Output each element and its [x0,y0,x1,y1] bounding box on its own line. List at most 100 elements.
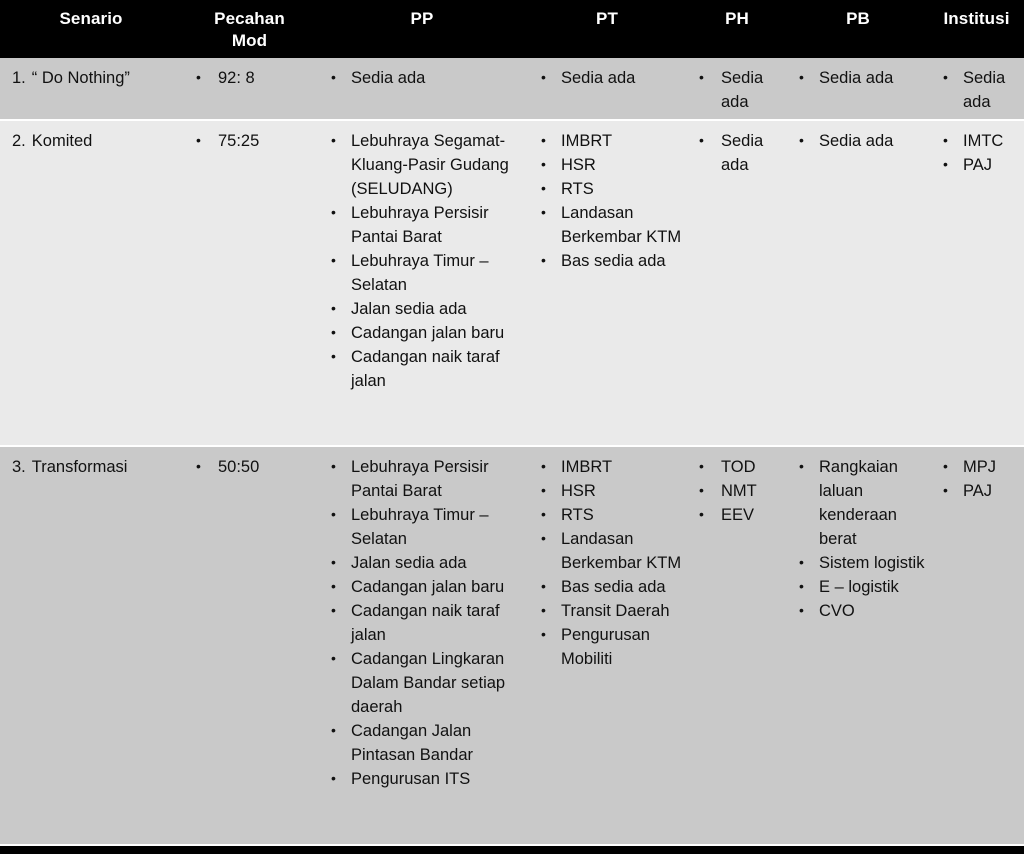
column-header-pb: PB [787,6,929,58]
list-item: HSR [529,478,685,503]
cell-pb: Rangkaian laluan kenderaan beratSistem l… [787,447,929,844]
list-item: IMBRT [529,454,685,479]
list-item: NMT [689,478,785,503]
cell-institusi: Sedia ada [929,58,1024,119]
table-row: 3. Transformasi 50:50Lebuhraya Persisir Pa… [0,447,1024,846]
bullet-list-pt: IMBRTHSRRTSLandasan Berkembar KTMBas sed… [529,454,685,671]
cell-ph: Sedia ada [687,121,787,445]
bullet-list-ph: Sedia ada [689,128,785,177]
bullet-list-pt: IMBRTHSRRTSLandasan Berkembar KTMBas sed… [529,128,685,273]
column-header-pt-label: PT [596,9,618,28]
column-header-senario-label: Senario [59,9,123,28]
list-item: Landasan Berkembar KTM [529,200,685,249]
table-body: 1.“ Do Nothing”92: 8Sedia adaSedia adaSe… [0,58,1024,846]
column-header-pp: PP [317,6,527,58]
list-item: Sedia ada [319,65,525,90]
list-item: Jalan sedia ada [319,296,525,321]
column-header-institusi-label: Institusi [943,9,1010,28]
bullet-list-institusi: MPJPAJ [931,454,1022,503]
cell-pp: Lebuhraya Segamat-Kluang-Pasir Gudang (S… [317,121,527,445]
list-item: RTS [529,502,685,527]
list-item: Cadangan naik taraf jalan [319,344,525,393]
bullet-list-pt: Sedia ada [529,65,685,90]
list-item: Sedia ada [689,65,785,114]
scenario-comparison-table: Senario Pecahan Mod PP PT PH PB Institus… [0,0,1024,854]
column-header-pecahan-mod: Pecahan Mod [182,6,317,58]
table-row: 2. Komited 75:25Lebuhraya Segamat-Kluang-P… [0,121,1024,447]
list-item: Jalan sedia ada [319,550,525,575]
list-item: Lebuhraya Persisir Pantai Barat [319,454,525,503]
list-item: Pengurusan Mobiliti [529,622,685,671]
row-number: 2. [12,132,26,150]
bullet-list-institusi: IMTCPAJ [931,128,1022,177]
cell-senario: 2. Komited [0,121,182,445]
bullet-list-ph: Sedia ada [689,65,785,114]
cell-pt: Sedia ada [527,58,687,119]
list-item: Bas sedia ada [529,248,685,273]
list-item: Lebuhraya Segamat-Kluang-Pasir Gudang (S… [319,128,525,201]
column-header-institusi: Institusi [929,6,1024,58]
cell-pp: Lebuhraya Persisir Pantai BaratLebuhraya… [317,447,527,844]
list-item: Cadangan Jalan Pintasan Bandar [319,718,525,767]
list-item: E – logistik [789,574,927,599]
bullet-list-ph: TODNMTEEV [689,454,785,527]
list-item: 75:25 [184,128,315,153]
list-item: Sedia ada [529,65,685,90]
column-header-ph: PH [687,6,787,58]
cell-pt: IMBRTHSRRTSLandasan Berkembar KTMBas sed… [527,121,687,445]
list-item: Sedia ada [931,65,1022,114]
bullet-list-pp: Lebuhraya Persisir Pantai BaratLebuhraya… [319,454,525,791]
bullet-list-pb: Sedia ada [789,65,927,90]
list-item: MPJ [931,454,1022,479]
list-item: Cadangan naik taraf jalan [319,598,525,647]
list-item: PAJ [931,478,1022,503]
bullet-list-pb: Rangkaian laluan kenderaan beratSistem l… [789,454,927,623]
senario-label: “ Do Nothing” [31,69,130,87]
list-item: 50:50 [184,454,315,479]
list-item: Landasan Berkembar KTM [529,526,685,575]
list-item: Lebuhraya Timur – Selatan [319,502,525,551]
list-item: Bas sedia ada [529,574,685,599]
column-header-pecahan-line1: Pecahan [214,9,285,28]
cell-ph: Sedia ada [687,58,787,119]
list-item: Rangkaian laluan kenderaan berat [789,454,927,551]
cell-pb: Sedia ada [787,121,929,445]
bullet-list-institusi: Sedia ada [931,65,1022,114]
column-header-pecahan-line2: Mod [231,31,268,50]
table-header-row: Senario Pecahan Mod PP PT PH PB Institus… [0,0,1024,58]
list-item: EEV [689,502,785,527]
list-item: Sedia ada [789,128,927,153]
list-item: Cadangan jalan baru [319,574,525,599]
list-item: TOD [689,454,785,479]
list-item: IMBRT [529,128,685,153]
cell-senario: 1. “ Do Nothing” [0,58,182,119]
senario-label: Transformasi [31,458,128,476]
list-item: IMTC [931,128,1022,153]
list-item: Sedia ada [789,65,927,90]
column-header-pt: PT [527,6,687,58]
list-item: 92: 8 [184,65,315,90]
list-item: Cadangan Lingkaran Dalam Bandar setiap d… [319,646,525,719]
cell-pecahan: 92: 8 [182,58,317,119]
list-item: CVO [789,598,927,623]
bullet-list-pecahan: 75:25 [184,128,315,153]
cell-institusi: MPJPAJ [929,447,1024,844]
cell-institusi: IMTCPAJ [929,121,1024,445]
bullet-list-pp: Sedia ada [319,65,525,90]
cell-senario: 3. Transformasi [0,447,182,844]
list-item: Transit Daerah [529,598,685,623]
cell-pecahan: 75:25 [182,121,317,445]
bullet-list-pecahan: 92: 8 [184,65,315,90]
list-item: RTS [529,176,685,201]
row-number: 3. [12,458,26,476]
bullet-list-pb: Sedia ada [789,128,927,153]
list-item: PAJ [931,152,1022,177]
list-item: Lebuhraya Timur – Selatan [319,248,525,297]
bottom-band [0,846,1024,854]
row-number: 1. [12,69,26,87]
list-item: Sistem logistik [789,550,927,575]
column-header-ph-label: PH [725,9,749,28]
cell-pecahan: 50:50 [182,447,317,844]
column-header-pp-label: PP [410,9,434,28]
cell-pb: Sedia ada [787,58,929,119]
